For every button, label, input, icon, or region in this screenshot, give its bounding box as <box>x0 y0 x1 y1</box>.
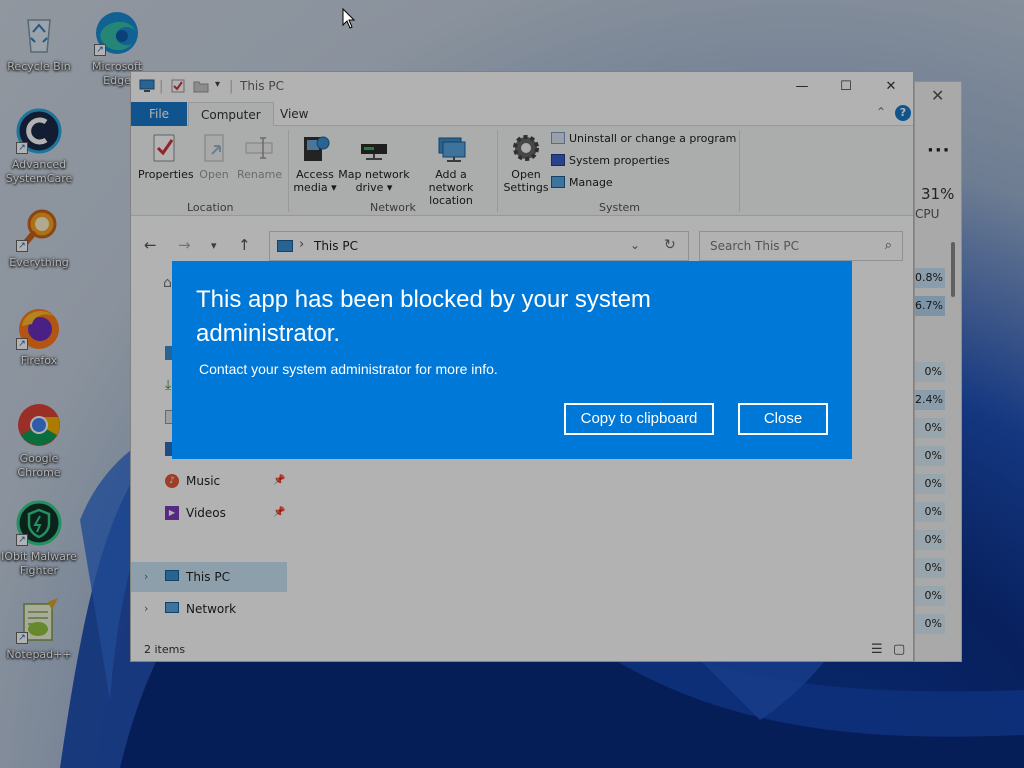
copy-to-clipboard-button[interactable]: Copy to clipboard <box>564 403 714 435</box>
app-blocked-dialog: This app has been blocked by your system… <box>172 261 852 459</box>
dialog-heading: This app has been blocked by your system… <box>196 286 651 347</box>
mouse-cursor-icon <box>342 8 356 29</box>
dialog-message: Contact your system administrator for mo… <box>199 361 498 377</box>
close-button[interactable]: Close <box>738 403 828 435</box>
